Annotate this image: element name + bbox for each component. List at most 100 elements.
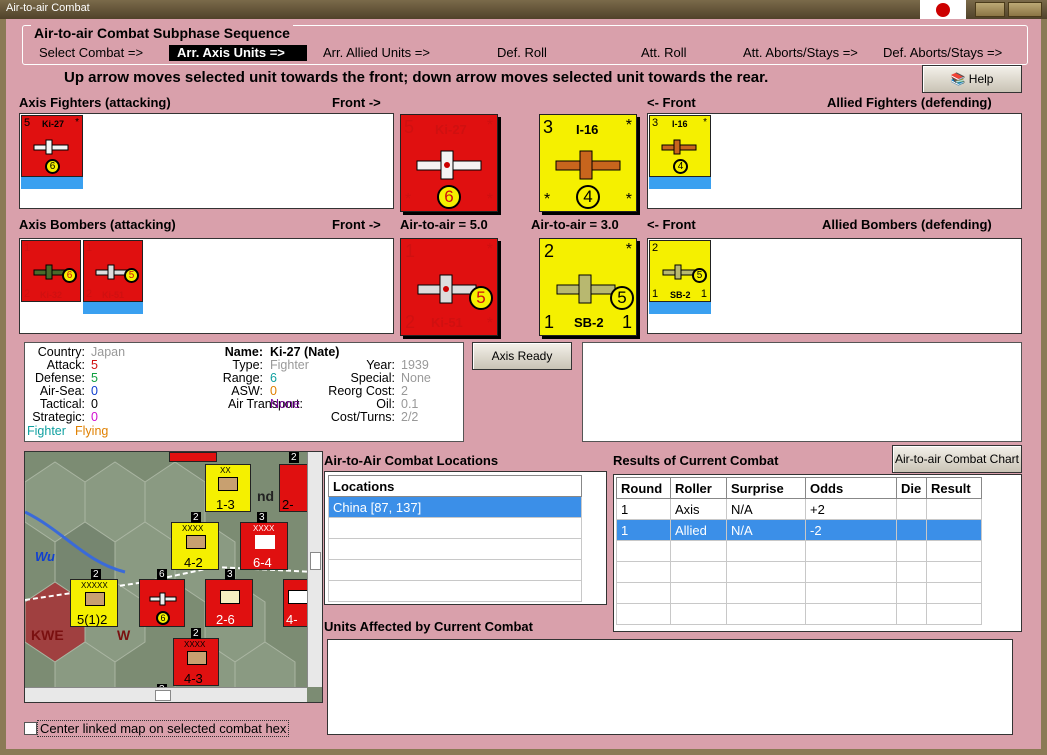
message-panel (582, 342, 1022, 442)
axis-ready-button[interactable]: Axis Ready (472, 342, 572, 370)
map-unit[interactable]: XXXX 4-3 (173, 638, 219, 686)
map-unit-top[interactable] (169, 452, 217, 462)
seq-def-roll: Def. Roll (497, 45, 547, 60)
unit-symbol-icon (85, 592, 105, 606)
table-row[interactable]: 1 Axis N/A +2 (616, 498, 982, 520)
col-odds: Odds (805, 477, 897, 499)
seq-select-combat: Select Combat => (39, 45, 144, 60)
ki51-counter-large[interactable]: 1 2 Ki-51 * * 5 (400, 238, 498, 336)
locations-title: Air-to-Air Combat Locations (324, 453, 499, 468)
allied-bombers-label: Allied Bombers (defending) (822, 217, 992, 232)
map-unit[interactable]: XXXX 6-4 (240, 522, 288, 570)
window-title: Air-to-air Combat (6, 2, 90, 14)
map-label-kwe: KWE (31, 627, 64, 643)
plane-icon (33, 139, 69, 155)
sb2-counter-large[interactable]: 2 1 SB-2 * 1 5 (539, 238, 637, 336)
ki27-counter-large[interactable]: 5 Ki-27 * * * 6 (400, 114, 498, 212)
close-button[interactable] (1008, 2, 1042, 17)
help-button[interactable]: 📚 Help (922, 65, 1022, 93)
allied-fighters-panel[interactable]: 3 I-16 * 4 (647, 113, 1022, 209)
main-window: Air-to-air Combat Subphase Sequence Sele… (0, 19, 1047, 755)
air-to-air-chart-button[interactable]: Air-to-air Combat Chart (892, 445, 1022, 473)
map-label-wu: Wu (35, 549, 55, 564)
table-row[interactable]: 1 Allied N/A -2 (616, 519, 982, 541)
unit-symbol-icon (288, 590, 308, 604)
locations-list[interactable]: Locations China [87, 137] (324, 471, 607, 605)
seq-arr-axis-units: Arr. Axis Units => (169, 45, 307, 61)
front-right-label-2: Front -> (332, 217, 381, 232)
stack-badge: 2 (91, 569, 101, 580)
col-surprise: Surprise (726, 477, 806, 499)
help-label: Help (968, 72, 994, 86)
plane-icon (661, 139, 697, 155)
instruction-text: Up arrow moves selected unit towards the… (64, 69, 769, 86)
col-round: Round (616, 477, 671, 499)
map-unit[interactable]: XXXX 4-2 (171, 522, 219, 570)
map-unit[interactable]: XXXXX 5(1)2 (70, 579, 118, 627)
allied-bombers-panel[interactable]: 2 1 SB-2 1 5 (647, 238, 1022, 334)
stack-badge: 3 (225, 569, 235, 580)
plane-icon (149, 592, 177, 606)
ki51-counter-small[interactable]: 1 2 Ki-51 5 (83, 240, 143, 302)
japan-flag-icon (920, 0, 966, 19)
axis-air-to-air-label: Air-to-air = 5.0 (400, 217, 488, 232)
unit-symbol-icon (218, 477, 238, 491)
col-die: Die (896, 477, 927, 499)
front-left-label: <- Front (647, 95, 696, 110)
seq-att-roll: Att. Roll (641, 45, 687, 60)
i16-counter-large[interactable]: 3 I-16 * * * 4 (539, 114, 637, 212)
front-right-label: Front -> (332, 95, 381, 110)
stack-badge: 2 (191, 628, 201, 639)
hex-map[interactable]: Wu KWE W nd XX 1-3 2- XXXX 4-2 XXXX 6-4 … (24, 451, 323, 703)
i16-counter-small[interactable]: 3 I-16 * 4 (649, 115, 711, 177)
allied-fighters-label: Allied Fighters (defending) (827, 95, 992, 110)
scroll-thumb[interactable] (155, 690, 171, 701)
sb2-counter-small[interactable]: 2 1 SB-2 1 5 (649, 240, 711, 302)
unit-symbol-icon (255, 535, 275, 549)
front-left-label-2: <- Front (647, 217, 696, 232)
center-map-checkbox[interactable] (24, 722, 37, 735)
map-unit-ki27[interactable]: 6 (139, 579, 185, 627)
stack-badge: 6 (157, 569, 167, 580)
plane-icon (555, 150, 621, 180)
center-map-label[interactable]: Center linked map on selected combat hex (37, 720, 290, 737)
col-roller: Roller (670, 477, 727, 499)
map-unit[interactable]: 2- (279, 464, 309, 512)
map-unit[interactable]: 2-6 (205, 579, 253, 627)
unit-symbol-icon (187, 651, 207, 665)
scroll-thumb[interactable] (310, 552, 321, 570)
unit-symbol-icon (186, 535, 206, 549)
allied-air-to-air-label: Air-to-air = 3.0 (531, 217, 619, 232)
seq-att-aborts: Att. Aborts/Stays => (743, 45, 858, 60)
map-horizontal-scrollbar[interactable] (25, 687, 307, 702)
book-icon: 📚 (950, 72, 966, 86)
stack-badge: 2 (289, 452, 299, 463)
axis-bombers-panel[interactable]: 1 2 Ki-32 6 1 2 Ki-51 5 (19, 238, 394, 334)
seq-arr-allied-units: Arr. Allied Units => (323, 45, 430, 60)
results-title: Results of Current Combat (613, 453, 779, 468)
map-unit[interactable]: XX 1-3 (205, 464, 251, 512)
location-item[interactable]: China [87, 137] (328, 496, 582, 518)
ki27-counter-small[interactable]: 5 Ki-27 * 6 (21, 115, 83, 177)
title-bar: Air-to-air Combat (0, 0, 1047, 19)
stack-badge: 3 (257, 512, 267, 523)
sequence-box: Air-to-air Combat Subphase Sequence Sele… (22, 25, 1028, 65)
seq-def-aborts: Def. Aborts/Stays => (883, 45, 1003, 60)
map-label-nd: nd (257, 488, 275, 504)
axis-fighters-panel[interactable]: 5 Ki-27 * 6 (19, 113, 394, 209)
plane-icon (416, 150, 482, 180)
results-table-panel: Round Roller Surprise Odds Die Result 1 … (613, 474, 1022, 632)
ki32-counter-small[interactable]: 1 2 Ki-32 6 (21, 240, 81, 302)
map-label-w: W (117, 627, 131, 643)
col-result: Result (926, 477, 982, 499)
unit-symbol-icon (220, 590, 240, 604)
units-affected-panel (327, 639, 1013, 735)
locations-header: Locations (328, 475, 582, 497)
units-affected-title: Units Affected by Current Combat (324, 619, 533, 634)
axis-bombers-label: Axis Bombers (attacking) (19, 217, 176, 232)
unit-info-panel: Country: Japan Attack: 5 Defense: 5 Air-… (24, 342, 464, 442)
stack-badge: 2 (191, 512, 201, 523)
minimize-button[interactable] (975, 2, 1005, 17)
map-vertical-scrollbar[interactable] (307, 452, 322, 687)
sequence-title: Air-to-air Combat Subphase Sequence (31, 25, 293, 41)
